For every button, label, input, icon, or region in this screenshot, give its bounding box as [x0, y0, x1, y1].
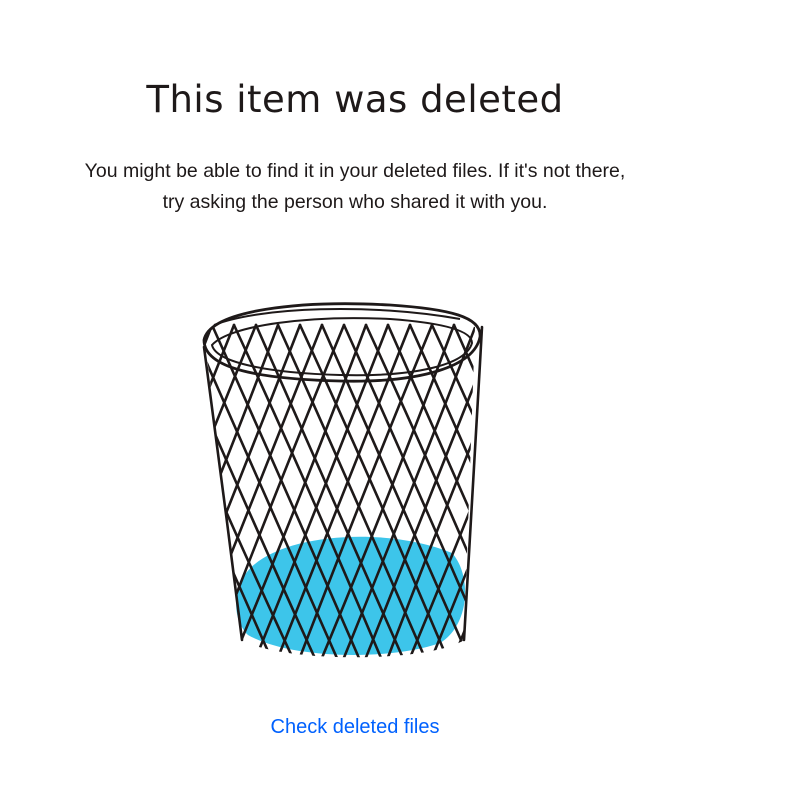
page-title: This item was deleted	[146, 78, 564, 121]
check-deleted-files-link[interactable]: Check deleted files	[0, 716, 710, 739]
basket-mesh-strand	[471, 323, 475, 658]
basket-left-edge	[202, 345, 244, 642]
basket-mesh-strand	[204, 323, 210, 658]
wastebasket-icon	[190, 285, 500, 670]
description-line-1: You might be able to find it in your del…	[84, 160, 626, 182]
deleted-item-page: This item was deleted You might be able …	[0, 0, 710, 800]
basket-right-edge	[462, 325, 484, 642]
basket-mesh-strand	[498, 325, 500, 665]
page-description: You might be able to find it in your del…	[0, 156, 710, 218]
basket-mesh-strand	[495, 325, 500, 665]
description-line-2: try asking the person who shared it with…	[162, 191, 548, 213]
